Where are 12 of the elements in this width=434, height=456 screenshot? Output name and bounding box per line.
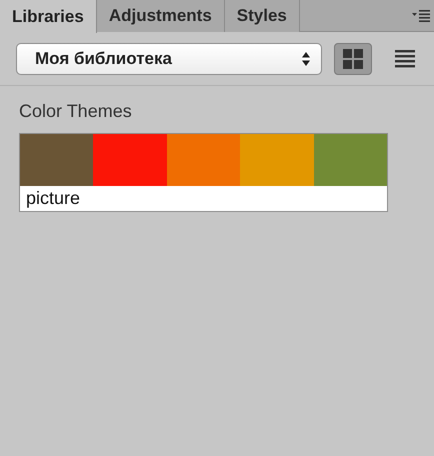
section-title: Color Themes: [19, 100, 133, 123]
theme-name: picture: [25, 187, 82, 210]
up-down-arrows-icon: [301, 50, 311, 66]
tab[interactable]: Libraries: [0, 0, 97, 33]
color-theme-card[interactable]: picture: [19, 133, 388, 212]
list-icon: [395, 50, 415, 68]
panel-menu-icon[interactable]: [412, 10, 430, 22]
library-dropdown[interactable]: Моя библиотека: [16, 42, 322, 74]
grid-view-button[interactable]: [334, 42, 372, 74]
grid-icon: [343, 48, 363, 68]
tab[interactable]: Adjustments: [96, 0, 225, 32]
tab[interactable]: Styles: [224, 0, 300, 32]
